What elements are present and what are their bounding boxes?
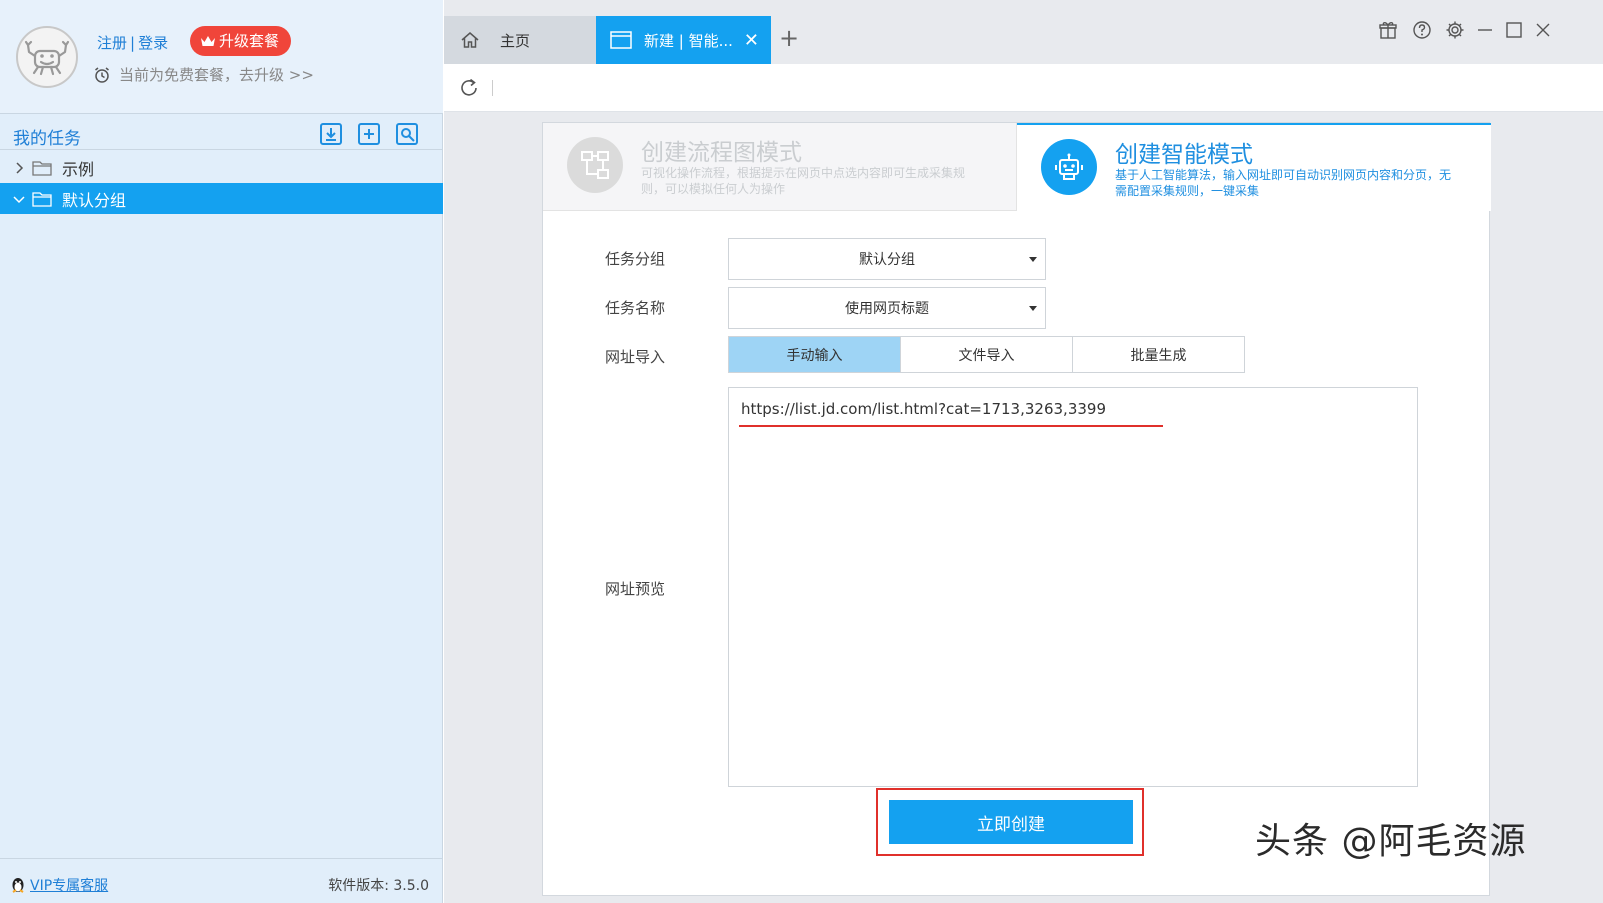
url-highlight-underline: [739, 425, 1163, 427]
crown-icon: [201, 36, 215, 46]
tab-bar: 主页 新建 | 智能... ✕ +: [444, 0, 1603, 64]
search-task-icon[interactable]: [395, 122, 419, 146]
tab-home[interactable]: 主页: [444, 16, 596, 64]
preview-label: 网址预览: [605, 580, 666, 598]
tab-new-smart[interactable]: 新建 | 智能... ✕: [596, 16, 771, 64]
tab-new-label: 新建 | 智能...: [644, 31, 733, 50]
tab-home-label: 主页: [500, 31, 531, 50]
plan-text: 当前为免费套餐，去升级 >>: [119, 66, 314, 84]
create-task-panel: 创建流程图模式 可视化操作流程，根据提示在网页中点选内容即可生成采集规则，可以模…: [542, 122, 1491, 896]
version-text: 软件版本: 3.5.0: [328, 878, 429, 894]
close-window-icon[interactable]: [1533, 20, 1553, 40]
upgrade-label: 升级套餐: [219, 32, 280, 50]
user-area: 注册 | 登录 升级套餐 当前为免费套餐，去升级 >>: [0, 0, 443, 114]
tree-item-default-group[interactable]: 默认分组: [0, 183, 443, 214]
mode-flow-title: 创建流程图模式: [641, 140, 802, 166]
sidebar: 注册 | 登录 升级套餐 当前为免费套餐，去升级 >> 我的任务 示例 默认分组…: [0, 0, 443, 903]
tree-item-example[interactable]: 示例: [0, 152, 443, 183]
sidebar-footer: VIP专属客服 软件版本: 3.5.0: [0, 858, 443, 903]
mode-flow-desc: 可视化操作流程，根据提示在网页中点选内容即可生成采集规则，可以模拟任何人为操作: [641, 166, 966, 196]
add-task-icon[interactable]: [357, 122, 381, 146]
watermark: 头条 @阿毛资源: [1255, 821, 1527, 862]
qq-penguin-icon: [12, 878, 24, 893]
url-input[interactable]: https://list.jd.com/list.html?cat=1713,3…: [728, 387, 1418, 787]
tasks-title: 我的任务: [13, 129, 81, 149]
chevron-down-icon[interactable]: [12, 192, 26, 206]
group-select[interactable]: 默认分组: [728, 238, 1046, 280]
login-link[interactable]: 登录: [138, 34, 168, 52]
name-select-value: 使用网页标题: [845, 301, 929, 317]
import-tab-batch[interactable]: 批量生成: [1073, 337, 1244, 372]
mode-flow-card[interactable]: 创建流程图模式 可视化操作流程，根据提示在网页中点选内容即可生成采集规则，可以模…: [543, 123, 1017, 211]
tree-item-label: 示例: [62, 159, 95, 179]
vip-label: VIP专属客服: [30, 878, 109, 894]
register-link[interactable]: 注册: [97, 34, 127, 52]
robot-icon: [1055, 153, 1083, 180]
import-tab-file[interactable]: 文件导入: [901, 337, 1073, 372]
chevron-right-icon[interactable]: [12, 161, 26, 175]
gift-icon[interactable]: [1378, 20, 1398, 40]
tasks-header: 我的任务: [0, 116, 443, 150]
upgrade-button[interactable]: 升级套餐: [190, 26, 292, 56]
flowchart-icon: [581, 151, 609, 179]
import-tab-manual[interactable]: 手动输入: [729, 337, 901, 372]
create-button-highlight: 立即创建: [876, 788, 1144, 856]
alarm-clock-icon: [95, 66, 109, 83]
mode-smart-title: 创建智能模式: [1115, 142, 1253, 168]
close-tab-icon[interactable]: ✕: [744, 30, 759, 51]
vip-support-link[interactable]: VIP专属客服: [10, 875, 108, 895]
refresh-icon[interactable]: [458, 77, 480, 99]
caret-down-icon: [1029, 257, 1037, 262]
mode-smart-card[interactable]: 创建智能模式 基于人工智能算法，输入网址即可自动识别网页内容和分页，无需配置采集…: [1017, 123, 1491, 211]
main-area: 主页 新建 | 智能... ✕ + 创建流程图模式 可视化操作流程，根据提示在网…: [444, 0, 1603, 903]
import-label: 网址导入: [605, 348, 666, 366]
import-icon[interactable]: [319, 122, 343, 146]
home-icon: [461, 32, 479, 48]
group-label: 任务分组: [605, 250, 666, 268]
plan-line[interactable]: 当前为免费套餐，去升级 >>: [93, 64, 314, 85]
name-select[interactable]: 使用网页标题: [728, 287, 1046, 329]
avatar[interactable]: [16, 26, 78, 88]
mode-flow-icon-wrap: [567, 137, 623, 193]
gear-icon[interactable]: [1445, 20, 1465, 40]
add-tab-icon[interactable]: +: [779, 26, 799, 50]
tree-item-label: 默认分组: [62, 190, 127, 210]
group-select-value: 默认分组: [859, 252, 915, 268]
crab-avatar-icon: [24, 40, 70, 76]
browser-window-icon: [610, 31, 632, 49]
folder-icon: [32, 191, 52, 207]
caret-down-icon: [1029, 306, 1037, 311]
minimize-icon[interactable]: [1475, 20, 1495, 40]
mode-smart-icon-wrap: [1041, 139, 1097, 195]
auth-separator: |: [130, 34, 136, 52]
maximize-icon[interactable]: [1504, 20, 1524, 40]
mode-smart-desc: 基于人工智能算法，输入网址即可自动识别网页内容和分页，无需配置采集规则，一键采集: [1115, 168, 1452, 198]
auth-links: 注册 | 登录: [97, 32, 168, 53]
folder-icon: [32, 160, 52, 176]
toolbar: [444, 64, 1603, 112]
create-now-button[interactable]: 立即创建: [889, 800, 1133, 844]
task-tree: 示例 默认分组: [0, 152, 443, 214]
name-label: 任务名称: [605, 299, 666, 317]
help-icon[interactable]: [1412, 20, 1432, 40]
toolbar-divider: [492, 80, 493, 96]
import-tabs: 手动输入 文件导入 批量生成: [728, 336, 1245, 373]
